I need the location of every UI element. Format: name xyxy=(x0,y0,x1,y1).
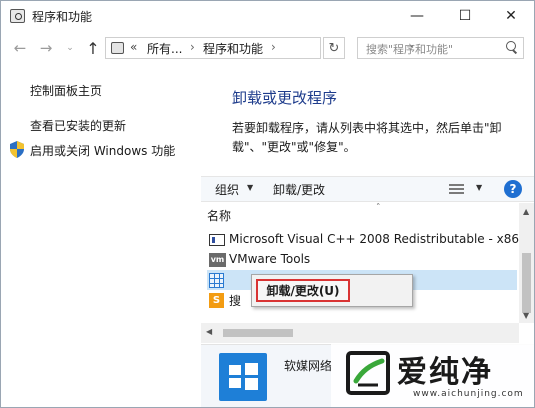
up-arrow-icon[interactable]: ↑ xyxy=(84,37,102,59)
sogou-icon: S xyxy=(209,293,224,308)
turn-windows-features-link[interactable]: 启用或关闭 Windows 功能 xyxy=(30,142,175,159)
command-toolbar: 组织 ▼ 卸载/更改 ▼ ? xyxy=(201,176,534,202)
search-input[interactable]: 搜索"程序和功能" xyxy=(357,37,524,59)
organize-button[interactable]: 组织 xyxy=(215,181,239,198)
minimize-button[interactable]: — xyxy=(394,1,440,31)
close-button[interactable]: ✕ xyxy=(488,1,534,31)
grid-app-icon xyxy=(209,273,224,288)
scroll-up-icon[interactable]: ▲ xyxy=(523,207,529,216)
watermark-text: 爱纯净 xyxy=(397,355,493,390)
vertical-scrollbar[interactable]: ▲ ▼ xyxy=(519,203,534,323)
breadcrumb-separator-icon[interactable]: › xyxy=(190,40,195,54)
watermark-url: www.aichunjing.com xyxy=(413,389,524,399)
breadcrumb-programs[interactable]: 程序和功能 xyxy=(203,40,263,57)
title-bar: 程序和功能 — ☐ ✕ xyxy=(1,1,534,31)
view-options-icon[interactable] xyxy=(449,184,464,196)
vmware-icon: vm xyxy=(209,253,226,267)
view-installed-updates-link[interactable]: 查看已安装的更新 xyxy=(30,117,126,134)
watermark-logo-icon xyxy=(346,351,390,395)
uac-shield-icon xyxy=(10,141,24,158)
forward-arrow-icon[interactable]: → xyxy=(37,37,55,59)
scroll-thumb[interactable] xyxy=(223,329,293,337)
scroll-left-icon[interactable]: ◀ xyxy=(206,327,212,336)
control-panel-icon xyxy=(111,42,124,54)
scroll-down-icon[interactable]: ▼ xyxy=(523,311,529,320)
scroll-thumb[interactable] xyxy=(522,253,531,313)
column-header-name[interactable]: 名称 xyxy=(207,207,231,224)
breadcrumb-separator-icon[interactable]: › xyxy=(271,40,276,54)
recent-locations-chevron-icon[interactable]: ⌄ xyxy=(61,37,79,59)
uninstall-change-button[interactable]: 卸载/更改 xyxy=(273,181,325,198)
search-icon[interactable] xyxy=(506,41,518,55)
list-item[interactable]: vm VMware Tools xyxy=(207,250,517,270)
address-bar[interactable]: « 所有... › 程序和功能 › ⌄ xyxy=(105,37,416,59)
list-item-label: Microsoft Visual C++ 2008 Redistributabl… xyxy=(229,232,531,246)
control-panel-home-link[interactable]: 控制面板主页 xyxy=(30,82,102,99)
program-list: ˄ 名称 Microsoft Visual C++ 2008 Redistrib… xyxy=(201,203,534,343)
sort-ascending-icon: ˄ xyxy=(376,203,381,213)
navigation-bar: ← → ⌄ ↑ « 所有... › 程序和功能 › ⌄ ↻ 搜索"程序和功能" xyxy=(1,33,534,63)
uninstall-change-menu-item[interactable]: 卸载/更改(U) xyxy=(256,279,350,302)
refresh-button[interactable]: ↻ xyxy=(323,37,345,59)
breadcrumb-all-items[interactable]: 所有... xyxy=(147,40,182,57)
list-item-label: 搜 xyxy=(229,294,242,308)
window-title: 程序和功能 xyxy=(32,10,93,24)
search-placeholder: 搜索"程序和功能" xyxy=(366,43,454,56)
page-title: 卸载或更改程序 xyxy=(232,89,338,107)
view-dropdown-icon[interactable]: ▼ xyxy=(476,183,482,192)
organize-dropdown-icon[interactable]: ▼ xyxy=(247,183,253,192)
maximize-button[interactable]: ☐ xyxy=(442,1,488,31)
control-panel-icon xyxy=(10,9,25,23)
watermark: 爱纯净 www.aichunjing.com xyxy=(331,343,534,407)
list-item[interactable]: Microsoft Visual C++ 2008 Redistributabl… xyxy=(207,230,530,250)
publisher-label: 软媒网络 xyxy=(284,359,333,373)
page-description: 若要卸载程序，请从列表中将其选中，然后单击"卸载"、"更改"或"修复"。 xyxy=(232,121,502,154)
vc-redist-icon xyxy=(209,234,225,246)
selected-program-icon xyxy=(219,353,267,401)
back-arrow-icon[interactable]: ← xyxy=(11,37,29,59)
window: 程序和功能 — ☐ ✕ ← → ⌄ ↑ « 所有... › 程序和功能 › ⌄ … xyxy=(0,0,535,408)
horizontal-scrollbar[interactable]: ◀ xyxy=(201,323,519,343)
breadcrumb-overflow[interactable]: « xyxy=(130,40,137,54)
context-menu: 卸载/更改(U) xyxy=(251,274,413,307)
help-icon[interactable]: ? xyxy=(504,180,522,198)
list-item-label: VMware Tools xyxy=(229,252,311,266)
